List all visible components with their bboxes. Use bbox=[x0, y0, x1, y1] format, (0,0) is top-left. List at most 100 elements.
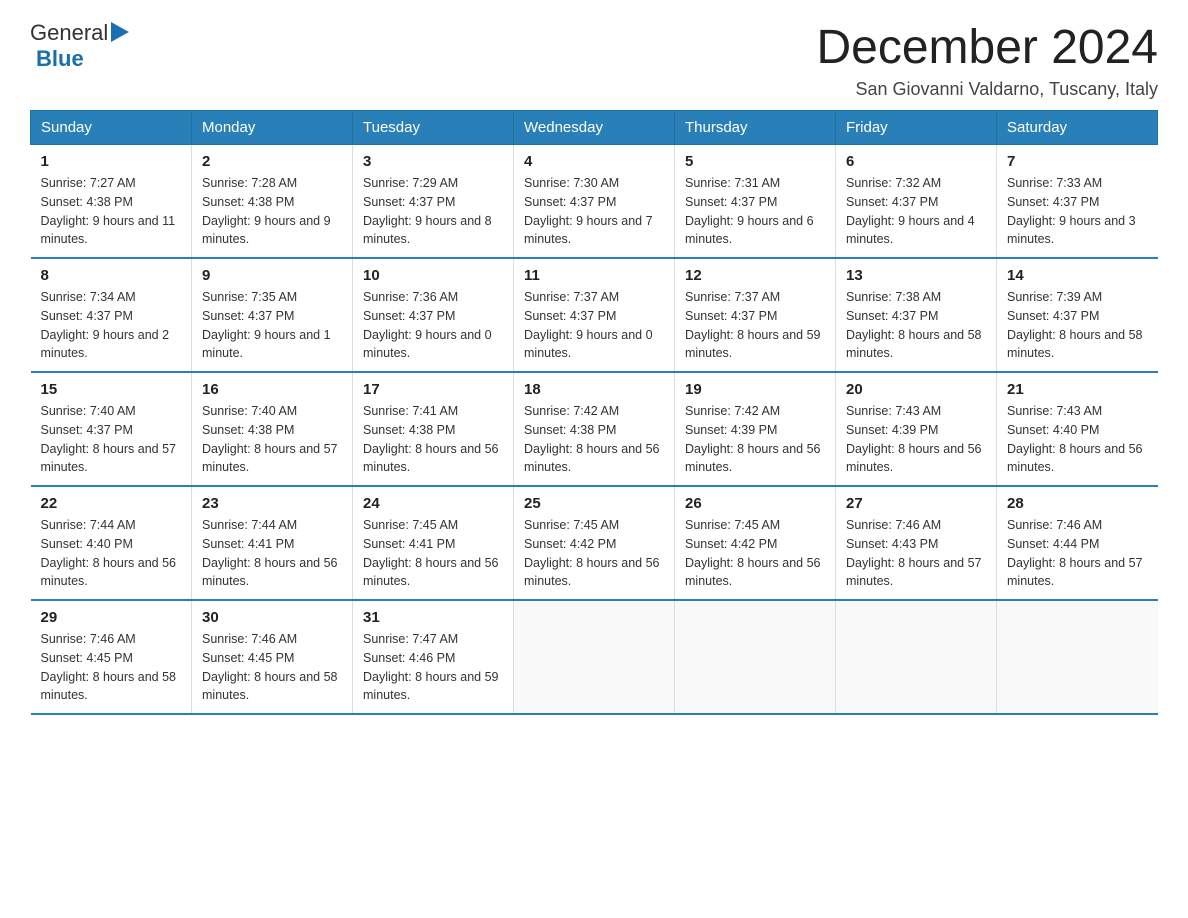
day-number: 11 bbox=[524, 267, 664, 284]
calendar-cell: 7 Sunrise: 7:33 AM Sunset: 4:37 PM Dayli… bbox=[997, 145, 1158, 259]
day-number: 30 bbox=[202, 609, 342, 626]
day-info: Sunrise: 7:45 AM Sunset: 4:42 PM Dayligh… bbox=[524, 516, 664, 591]
page-header: General Blue December 2024 San Giovanni … bbox=[30, 20, 1158, 100]
title-section: December 2024 San Giovanni Valdarno, Tus… bbox=[816, 20, 1158, 100]
calendar-cell bbox=[675, 600, 836, 714]
logo: General Blue bbox=[30, 20, 129, 71]
calendar-cell: 25 Sunrise: 7:45 AM Sunset: 4:42 PM Dayl… bbox=[514, 486, 675, 600]
day-number: 21 bbox=[1007, 381, 1148, 398]
day-number: 7 bbox=[1007, 153, 1148, 170]
day-number: 13 bbox=[846, 267, 986, 284]
header-wednesday: Wednesday bbox=[514, 111, 675, 145]
day-info: Sunrise: 7:47 AM Sunset: 4:46 PM Dayligh… bbox=[363, 630, 503, 705]
calendar-cell: 13 Sunrise: 7:38 AM Sunset: 4:37 PM Dayl… bbox=[836, 258, 997, 372]
day-number: 20 bbox=[846, 381, 986, 398]
day-info: Sunrise: 7:46 AM Sunset: 4:45 PM Dayligh… bbox=[202, 630, 342, 705]
day-number: 10 bbox=[363, 267, 503, 284]
day-number: 2 bbox=[202, 153, 342, 170]
calendar-cell bbox=[514, 600, 675, 714]
calendar-cell bbox=[997, 600, 1158, 714]
day-info: Sunrise: 7:35 AM Sunset: 4:37 PM Dayligh… bbox=[202, 288, 342, 363]
calendar-cell: 17 Sunrise: 7:41 AM Sunset: 4:38 PM Dayl… bbox=[353, 372, 514, 486]
calendar-cell: 14 Sunrise: 7:39 AM Sunset: 4:37 PM Dayl… bbox=[997, 258, 1158, 372]
location: San Giovanni Valdarno, Tuscany, Italy bbox=[816, 79, 1158, 100]
day-info: Sunrise: 7:46 AM Sunset: 4:43 PM Dayligh… bbox=[846, 516, 986, 591]
day-info: Sunrise: 7:40 AM Sunset: 4:37 PM Dayligh… bbox=[41, 402, 182, 477]
day-info: Sunrise: 7:45 AM Sunset: 4:41 PM Dayligh… bbox=[363, 516, 503, 591]
day-number: 16 bbox=[202, 381, 342, 398]
day-info: Sunrise: 7:39 AM Sunset: 4:37 PM Dayligh… bbox=[1007, 288, 1148, 363]
day-number: 17 bbox=[363, 381, 503, 398]
calendar-cell: 24 Sunrise: 7:45 AM Sunset: 4:41 PM Dayl… bbox=[353, 486, 514, 600]
day-number: 3 bbox=[363, 153, 503, 170]
day-number: 24 bbox=[363, 495, 503, 512]
day-number: 4 bbox=[524, 153, 664, 170]
day-info: Sunrise: 7:37 AM Sunset: 4:37 PM Dayligh… bbox=[524, 288, 664, 363]
day-number: 23 bbox=[202, 495, 342, 512]
calendar-cell: 11 Sunrise: 7:37 AM Sunset: 4:37 PM Dayl… bbox=[514, 258, 675, 372]
day-info: Sunrise: 7:32 AM Sunset: 4:37 PM Dayligh… bbox=[846, 174, 986, 249]
day-info: Sunrise: 7:42 AM Sunset: 4:39 PM Dayligh… bbox=[685, 402, 825, 477]
day-number: 6 bbox=[846, 153, 986, 170]
calendar-cell: 1 Sunrise: 7:27 AM Sunset: 4:38 PM Dayli… bbox=[31, 145, 192, 259]
calendar-cell: 20 Sunrise: 7:43 AM Sunset: 4:39 PM Dayl… bbox=[836, 372, 997, 486]
logo-general-text: General bbox=[30, 21, 108, 45]
calendar-week-row: 22 Sunrise: 7:44 AM Sunset: 4:40 PM Dayl… bbox=[31, 486, 1158, 600]
calendar-cell: 10 Sunrise: 7:36 AM Sunset: 4:37 PM Dayl… bbox=[353, 258, 514, 372]
calendar-cell: 29 Sunrise: 7:46 AM Sunset: 4:45 PM Dayl… bbox=[31, 600, 192, 714]
logo-triangle-icon bbox=[111, 22, 129, 42]
calendar-cell: 15 Sunrise: 7:40 AM Sunset: 4:37 PM Dayl… bbox=[31, 372, 192, 486]
calendar-week-row: 15 Sunrise: 7:40 AM Sunset: 4:37 PM Dayl… bbox=[31, 372, 1158, 486]
day-info: Sunrise: 7:31 AM Sunset: 4:37 PM Dayligh… bbox=[685, 174, 825, 249]
day-info: Sunrise: 7:46 AM Sunset: 4:44 PM Dayligh… bbox=[1007, 516, 1148, 591]
day-number: 8 bbox=[41, 267, 182, 284]
day-info: Sunrise: 7:28 AM Sunset: 4:38 PM Dayligh… bbox=[202, 174, 342, 249]
calendar-cell: 9 Sunrise: 7:35 AM Sunset: 4:37 PM Dayli… bbox=[192, 258, 353, 372]
calendar-cell: 22 Sunrise: 7:44 AM Sunset: 4:40 PM Dayl… bbox=[31, 486, 192, 600]
day-info: Sunrise: 7:38 AM Sunset: 4:37 PM Dayligh… bbox=[846, 288, 986, 363]
day-info: Sunrise: 7:30 AM Sunset: 4:37 PM Dayligh… bbox=[524, 174, 664, 249]
day-number: 14 bbox=[1007, 267, 1148, 284]
calendar-cell: 19 Sunrise: 7:42 AM Sunset: 4:39 PM Dayl… bbox=[675, 372, 836, 486]
calendar-cell: 21 Sunrise: 7:43 AM Sunset: 4:40 PM Dayl… bbox=[997, 372, 1158, 486]
day-number: 29 bbox=[41, 609, 182, 626]
header-friday: Friday bbox=[836, 111, 997, 145]
day-info: Sunrise: 7:44 AM Sunset: 4:40 PM Dayligh… bbox=[41, 516, 182, 591]
calendar-cell: 31 Sunrise: 7:47 AM Sunset: 4:46 PM Dayl… bbox=[353, 600, 514, 714]
day-info: Sunrise: 7:44 AM Sunset: 4:41 PM Dayligh… bbox=[202, 516, 342, 591]
day-number: 9 bbox=[202, 267, 342, 284]
day-number: 27 bbox=[846, 495, 986, 512]
calendar-cell: 23 Sunrise: 7:44 AM Sunset: 4:41 PM Dayl… bbox=[192, 486, 353, 600]
day-info: Sunrise: 7:29 AM Sunset: 4:37 PM Dayligh… bbox=[363, 174, 503, 249]
calendar-cell: 12 Sunrise: 7:37 AM Sunset: 4:37 PM Dayl… bbox=[675, 258, 836, 372]
header-saturday: Saturday bbox=[997, 111, 1158, 145]
day-number: 31 bbox=[363, 609, 503, 626]
calendar-cell: 26 Sunrise: 7:45 AM Sunset: 4:42 PM Dayl… bbox=[675, 486, 836, 600]
logo-blue-text: Blue bbox=[36, 46, 84, 71]
calendar-week-row: 8 Sunrise: 7:34 AM Sunset: 4:37 PM Dayli… bbox=[31, 258, 1158, 372]
header-monday: Monday bbox=[192, 111, 353, 145]
day-info: Sunrise: 7:46 AM Sunset: 4:45 PM Dayligh… bbox=[41, 630, 182, 705]
day-info: Sunrise: 7:43 AM Sunset: 4:40 PM Dayligh… bbox=[1007, 402, 1148, 477]
calendar-cell: 28 Sunrise: 7:46 AM Sunset: 4:44 PM Dayl… bbox=[997, 486, 1158, 600]
calendar-cell: 27 Sunrise: 7:46 AM Sunset: 4:43 PM Dayl… bbox=[836, 486, 997, 600]
header-sunday: Sunday bbox=[31, 111, 192, 145]
header-tuesday: Tuesday bbox=[353, 111, 514, 145]
day-info: Sunrise: 7:33 AM Sunset: 4:37 PM Dayligh… bbox=[1007, 174, 1148, 249]
day-info: Sunrise: 7:27 AM Sunset: 4:38 PM Dayligh… bbox=[41, 174, 182, 249]
day-info: Sunrise: 7:36 AM Sunset: 4:37 PM Dayligh… bbox=[363, 288, 503, 363]
day-info: Sunrise: 7:42 AM Sunset: 4:38 PM Dayligh… bbox=[524, 402, 664, 477]
day-info: Sunrise: 7:41 AM Sunset: 4:38 PM Dayligh… bbox=[363, 402, 503, 477]
calendar-cell: 3 Sunrise: 7:29 AM Sunset: 4:37 PM Dayli… bbox=[353, 145, 514, 259]
calendar-cell: 6 Sunrise: 7:32 AM Sunset: 4:37 PM Dayli… bbox=[836, 145, 997, 259]
calendar-header-row: SundayMondayTuesdayWednesdayThursdayFrid… bbox=[31, 111, 1158, 145]
calendar-cell: 2 Sunrise: 7:28 AM Sunset: 4:38 PM Dayli… bbox=[192, 145, 353, 259]
calendar-cell: 30 Sunrise: 7:46 AM Sunset: 4:45 PM Dayl… bbox=[192, 600, 353, 714]
calendar-cell: 8 Sunrise: 7:34 AM Sunset: 4:37 PM Dayli… bbox=[31, 258, 192, 372]
day-number: 25 bbox=[524, 495, 664, 512]
calendar-cell: 5 Sunrise: 7:31 AM Sunset: 4:37 PM Dayli… bbox=[675, 145, 836, 259]
day-number: 15 bbox=[41, 381, 182, 398]
header-thursday: Thursday bbox=[675, 111, 836, 145]
day-info: Sunrise: 7:43 AM Sunset: 4:39 PM Dayligh… bbox=[846, 402, 986, 477]
day-number: 18 bbox=[524, 381, 664, 398]
